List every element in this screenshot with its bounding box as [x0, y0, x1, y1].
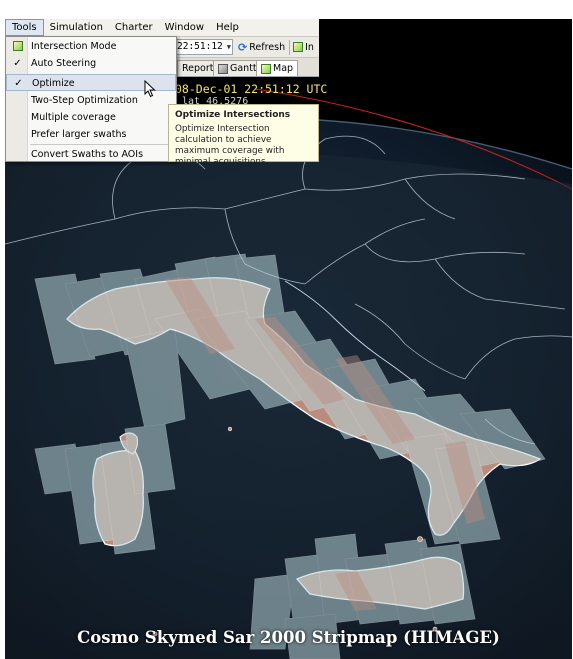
- gantt-icon: [218, 63, 228, 74]
- tooltip: Optimize Intersections Optimize Intersec…: [168, 104, 319, 167]
- menu-tools[interactable]: Tools: [5, 19, 44, 36]
- refresh-button[interactable]: ⟳ Refresh: [238, 41, 285, 54]
- tab-map-label: Map: [273, 63, 294, 74]
- menu-item-prefer-larger-swaths[interactable]: Prefer larger swaths: [6, 126, 176, 143]
- map-timestamp: 08-Dec-01 22:51:12 UTC: [175, 82, 328, 96]
- menu-item-auto-steering[interactable]: ✓ Auto Steering: [6, 55, 176, 72]
- refresh-icon: ⟳: [238, 40, 248, 54]
- tab-report-label: Report: [182, 63, 214, 74]
- menu-item-label: Optimize: [32, 78, 75, 89]
- refresh-label: Refresh: [249, 41, 286, 53]
- tab-gantt-label: Gantt: [230, 63, 257, 74]
- menu-item-convert-swaths[interactable]: Convert Swaths to AOIs: [6, 146, 176, 163]
- menu-item-label: Multiple coverage: [31, 112, 116, 123]
- tooltip-title: Optimize Intersections: [175, 110, 291, 120]
- tab-map[interactable]: Map: [256, 60, 299, 76]
- tab-gantt[interactable]: Gantt: [213, 60, 262, 76]
- menu-charter[interactable]: Charter: [109, 20, 159, 35]
- map-icon: [261, 63, 271, 74]
- menu-item-label: Two-Step Optimization: [31, 95, 138, 106]
- mouse-cursor-icon: [144, 80, 156, 98]
- tab-bar: Report Gantt Map: [172, 58, 319, 77]
- menu-separator: [30, 144, 175, 145]
- in-button[interactable]: In: [293, 42, 314, 53]
- menu-item-label: Prefer larger swaths: [31, 129, 127, 140]
- chevron-down-icon[interactable]: ▼: [227, 40, 231, 54]
- menu-window[interactable]: Window: [159, 20, 210, 35]
- intersection-mode-icon: [11, 38, 24, 55]
- menu-simulation[interactable]: Simulation: [44, 20, 109, 35]
- menu-item-multiple-coverage[interactable]: Multiple coverage: [6, 109, 176, 126]
- screenshot-frame: 08-Dec-01 22:51:12 UTC lat 46.5276 Tools…: [0, 0, 573, 659]
- menu-bar: Tools Simulation Charter Window Help: [5, 19, 319, 37]
- menu-item-label: Intersection Mode: [31, 41, 117, 52]
- in-label: In: [305, 41, 314, 53]
- menu-item-intersection-mode[interactable]: Intersection Mode: [6, 38, 176, 55]
- checkmark-icon: ✓: [13, 58, 22, 69]
- time-value: 22:51:12: [177, 41, 223, 52]
- intersection-icon: [293, 42, 304, 52]
- tooltip-body: Optimize Intersection calculation to ach…: [175, 124, 285, 167]
- menu-item-label: Convert Swaths to AOIs: [31, 149, 144, 160]
- toolbar-divider: [289, 39, 291, 55]
- tools-menu: Intersection Mode ✓ Auto Steering ✓ Opti…: [5, 36, 177, 162]
- menu-help[interactable]: Help: [210, 20, 245, 35]
- image-caption: Cosmo Skymed Sar 2000 Stripmap (HIMAGE): [77, 628, 500, 647]
- time-field[interactable]: 22:51:12 ▼: [174, 39, 233, 55]
- menu-item-label: Auto Steering: [31, 58, 97, 69]
- toolbar: 22:51:12 ▼ ⟳ Refresh In: [172, 37, 319, 58]
- checkmark-icon: ✓: [14, 78, 23, 89]
